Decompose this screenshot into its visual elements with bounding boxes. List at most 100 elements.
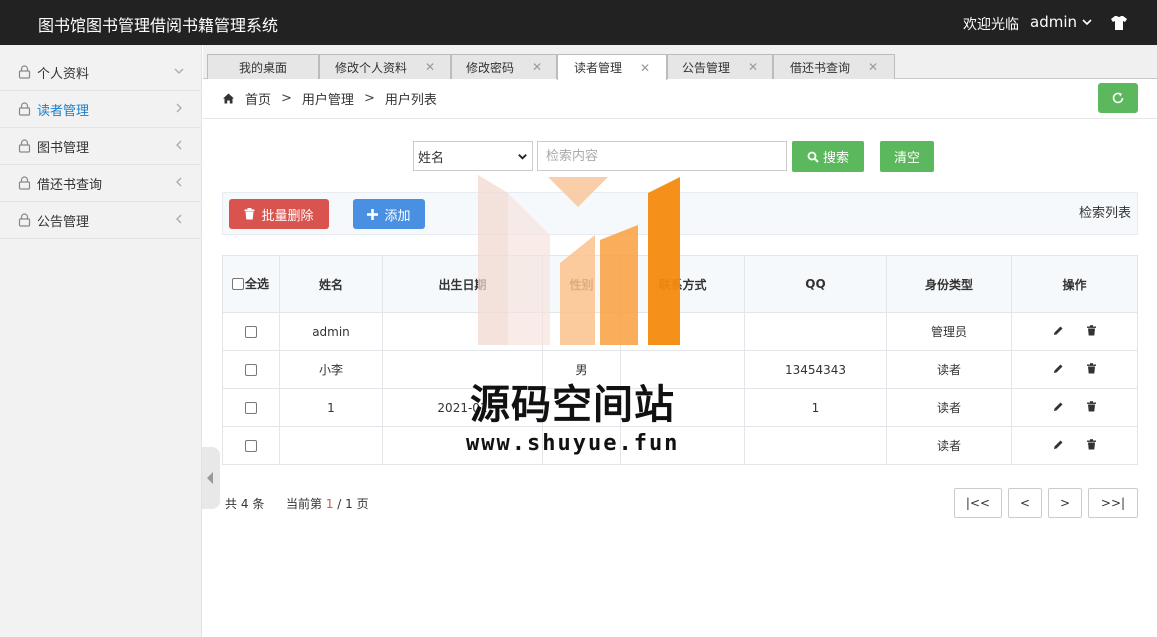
top-header: 图书馆图书管理借阅书籍管理系统 欢迎光临 admin xyxy=(0,0,1157,45)
search-field-select[interactable]: 姓名 xyxy=(413,141,533,171)
cell-role: 读者 xyxy=(886,350,1012,389)
cell-gender xyxy=(542,312,621,351)
caret-left-icon xyxy=(207,472,213,484)
cell-name: admin xyxy=(279,312,383,351)
column-header-role: 身份类型 xyxy=(886,255,1012,313)
sidebar-item-label: 图书管理 xyxy=(37,140,90,156)
refresh-button[interactable] xyxy=(1098,83,1138,113)
row-checkbox[interactable] xyxy=(245,440,257,452)
lock-icon xyxy=(18,65,31,79)
tab-label: 修改密码 xyxy=(465,60,514,75)
row-checkbox[interactable] xyxy=(245,326,257,338)
cell-actions xyxy=(1011,426,1138,465)
sidebar-item-label: 借还书查询 xyxy=(37,177,103,193)
sidebar-item-readers[interactable]: 读者管理 xyxy=(0,91,201,128)
table-header-row: 全选 姓名 出生日期 性别 联系方式 QQ 身份类型 操作 xyxy=(222,255,1138,313)
trash-icon[interactable] xyxy=(1086,438,1097,450)
clear-button[interactable]: 清空 xyxy=(880,141,934,172)
table-row: 读者 xyxy=(222,426,1138,465)
sidebar-item-notices[interactable]: 公告管理 xyxy=(0,202,201,239)
sidebar-collapse-handle[interactable] xyxy=(202,447,220,509)
cell-contact xyxy=(620,312,745,351)
chevron-left-icon xyxy=(176,214,182,224)
pager-current-page: 1 xyxy=(325,497,334,511)
select-all-checkbox[interactable] xyxy=(232,278,244,290)
row-checkbox[interactable] xyxy=(245,364,257,376)
edit-pencil-icon[interactable] xyxy=(1053,325,1064,336)
table-row: 小李 男 13454343 读者 xyxy=(222,350,1138,389)
tab-borrow-query[interactable]: 借还书查询 ✕ xyxy=(773,54,895,79)
column-header-name: 姓名 xyxy=(279,255,383,313)
sidebar-item-borrow-query[interactable]: 借还书查询 xyxy=(0,165,201,202)
pager-current-prefix: 当前第 xyxy=(285,497,322,511)
sidebar-item-label: 公告管理 xyxy=(37,214,90,230)
cell-qq: 13454343 xyxy=(744,350,887,389)
close-icon[interactable]: ✕ xyxy=(640,61,650,75)
trash-icon[interactable] xyxy=(1086,362,1097,374)
pager-total-suffix: 条 xyxy=(252,497,265,511)
trash-icon[interactable] xyxy=(1086,324,1097,336)
breadcrumb-user-management[interactable]: 用户管理 xyxy=(302,89,354,108)
tab-label: 我的桌面 xyxy=(238,60,287,75)
theme-shirt-icon[interactable] xyxy=(1110,15,1128,31)
cell-actions xyxy=(1011,350,1138,389)
search-input[interactable] xyxy=(537,141,787,171)
breadcrumb-separator: > xyxy=(281,91,292,106)
tab-change-password[interactable]: 修改密码 ✕ xyxy=(451,54,557,79)
tab-reader-management[interactable]: 读者管理 ✕ xyxy=(557,54,667,80)
tab-label: 读者管理 xyxy=(573,61,622,75)
add-button[interactable]: 添加 xyxy=(353,199,425,229)
close-icon[interactable]: ✕ xyxy=(532,60,542,74)
column-header-actions: 操作 xyxy=(1011,255,1138,313)
watermark-text: 源码空间站 xyxy=(470,382,675,428)
close-icon[interactable]: ✕ xyxy=(748,60,758,74)
batch-delete-label: 批量删除 xyxy=(261,208,314,224)
sidebar: 个人资料 读者管理 图书管理 借还书查询 公告管理 xyxy=(0,45,202,637)
cell-actions xyxy=(1011,312,1138,351)
edit-pencil-icon[interactable] xyxy=(1053,363,1064,374)
select-all-label: 全选 xyxy=(244,277,269,291)
cell-birth xyxy=(382,312,543,351)
chevron-down-icon xyxy=(174,68,184,74)
first-page-button[interactable]: |<< xyxy=(954,488,1002,518)
tab-bar: 我的桌面 修改个人资料 ✕ 修改密码 ✕ 读者管理 ✕ 公告管理 ✕ 借还书查询… xyxy=(203,45,1157,80)
cell-name: 小李 xyxy=(279,350,383,389)
pager-total: 4 xyxy=(240,497,249,511)
select-all-header[interactable]: 全选 xyxy=(222,255,280,313)
tab-notice-management[interactable]: 公告管理 ✕ xyxy=(667,54,773,79)
column-header-qq: QQ xyxy=(744,255,887,313)
batch-delete-button[interactable]: 批量删除 xyxy=(229,199,329,229)
user-menu[interactable]: admin xyxy=(1030,13,1093,31)
row-select-cell xyxy=(222,426,280,465)
tab-edit-profile[interactable]: 修改个人资料 ✕ xyxy=(319,54,451,79)
row-checkbox[interactable] xyxy=(245,402,257,414)
trash-icon[interactable] xyxy=(1086,400,1097,412)
breadcrumb-home[interactable]: 首页 xyxy=(245,89,271,108)
pagination: |<< < > >>| xyxy=(954,488,1138,518)
trash-icon xyxy=(244,208,255,220)
next-page-button[interactable]: > xyxy=(1048,488,1082,518)
column-header-gender: 性别 xyxy=(542,255,621,313)
tab-desktop[interactable]: 我的桌面 xyxy=(207,54,319,79)
search-field-value: 姓名 xyxy=(418,150,445,166)
close-icon[interactable]: ✕ xyxy=(868,60,878,74)
prev-page-button[interactable]: < xyxy=(1008,488,1042,518)
cell-role: 读者 xyxy=(886,388,1012,427)
sidebar-item-profile[interactable]: 个人资料 xyxy=(0,54,201,91)
search-list-label: 检索列表 xyxy=(1078,206,1131,221)
last-page-button[interactable]: >>| xyxy=(1088,488,1138,518)
username: admin xyxy=(1030,13,1077,31)
header-divider xyxy=(203,118,1157,119)
lock-icon xyxy=(18,213,31,227)
cell-actions xyxy=(1011,388,1138,427)
tab-label: 公告管理 xyxy=(681,60,730,75)
sidebar-item-books[interactable]: 图书管理 xyxy=(0,128,201,165)
cell-qq: 1 xyxy=(744,388,887,427)
tab-label: 借还书查询 xyxy=(789,60,850,75)
close-icon[interactable]: ✕ xyxy=(425,60,435,74)
home-icon xyxy=(223,93,234,104)
edit-pencil-icon[interactable] xyxy=(1053,401,1064,412)
plus-icon xyxy=(367,208,379,220)
edit-pencil-icon[interactable] xyxy=(1053,439,1064,450)
search-button[interactable]: 搜索 xyxy=(792,141,864,172)
